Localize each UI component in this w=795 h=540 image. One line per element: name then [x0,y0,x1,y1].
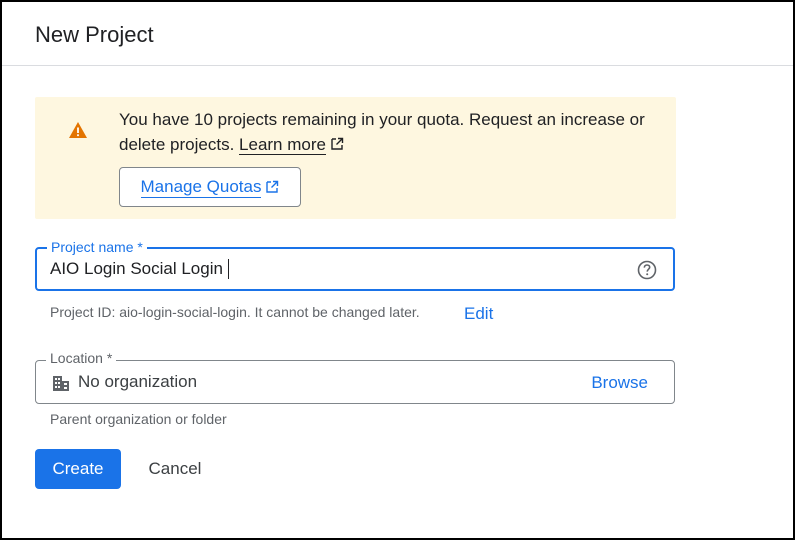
location-label: Location * [46,350,117,366]
quota-alert: You have 10 projects remaining in your q… [35,97,676,219]
project-name-field[interactable]: Project name * [35,239,675,291]
external-link-icon [331,137,344,150]
location-field[interactable]: Location * No organization Browse [35,350,675,404]
dialog-header: New Project [2,2,793,66]
help-circle-icon[interactable] [636,259,658,281]
manage-quotas-label: Manage Quotas [140,176,262,198]
external-link-icon [266,180,279,193]
learn-more-link[interactable]: Learn more [239,135,326,155]
project-name-label: Project name * [47,239,147,255]
create-button[interactable]: Create [35,449,121,489]
alert-message-text: You have 10 projects remaining in your q… [119,110,645,154]
text-caret [228,259,229,279]
project-name-input[interactable] [50,257,610,281]
manage-quotas-button[interactable]: Manage Quotas [119,167,301,207]
location-hint: Parent organization or folder [50,411,227,427]
new-project-dialog: New Project You have 10 projects remaini… [0,0,795,540]
cancel-button[interactable]: Cancel [133,449,217,489]
browse-button[interactable]: Browse [591,373,648,393]
alert-message: You have 10 projects remaining in your q… [119,107,659,157]
warning-icon [69,122,87,138]
page-title: New Project [35,22,154,47]
building-icon [53,376,69,391]
location-value: No organization [78,372,198,391]
project-id-hint: Project ID: aio-login-social-login. It c… [50,304,420,320]
edit-project-id-link[interactable]: Edit [464,304,493,324]
